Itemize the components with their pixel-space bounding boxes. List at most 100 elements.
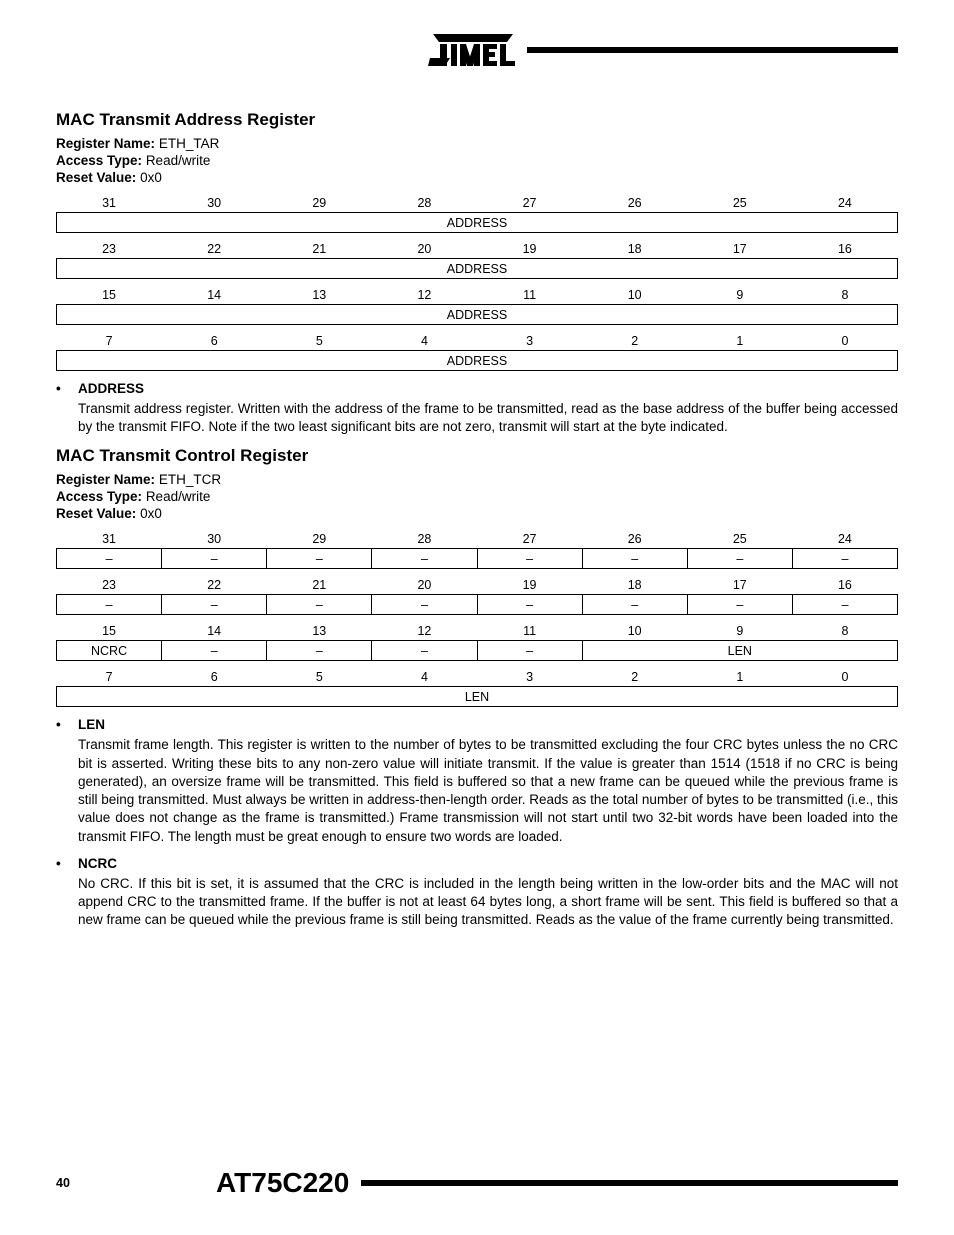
bullet-item: •NCRCNo CRC. If this bit is set, it is a… [56, 856, 898, 930]
bit-number: 24 [792, 529, 897, 549]
bit-number: 19 [477, 239, 582, 259]
bit-number: 9 [687, 285, 792, 305]
reg1-name: Register Name: ETH_TAR [56, 136, 898, 151]
bit-number: 23 [57, 575, 162, 595]
bit-field: – [162, 549, 267, 569]
bullet-dot: • [56, 381, 78, 396]
bit-number: 21 [267, 239, 372, 259]
header-bar [56, 30, 898, 70]
bit-number: 31 [57, 193, 162, 213]
bit-number: 28 [372, 529, 477, 549]
bit-field: – [162, 641, 267, 661]
bit-number: 20 [372, 575, 477, 595]
bit-number: 18 [582, 239, 687, 259]
bit-field: – [792, 549, 897, 569]
bit-number: 2 [582, 331, 687, 351]
bit-number: 17 [687, 575, 792, 595]
bit-number: 0 [792, 331, 897, 351]
bit-number: 22 [162, 575, 267, 595]
bit-number: 31 [57, 529, 162, 549]
bit-number: 8 [792, 285, 897, 305]
bit-field: ADDRESS [57, 351, 898, 371]
bit-number: 9 [687, 621, 792, 641]
reg2-name: Register Name: ETH_TCR [56, 472, 898, 487]
bit-number: 15 [57, 621, 162, 641]
bit-number: 15 [57, 285, 162, 305]
bit-number: 26 [582, 529, 687, 549]
reg1-title: MAC Transmit Address Register [56, 110, 898, 130]
bullet-label: LEN [78, 717, 105, 732]
part-number: AT75C220 [216, 1167, 349, 1199]
bullet-description: Transmit frame length. This register is … [78, 736, 898, 845]
bit-field: – [687, 595, 792, 615]
bit-number: 29 [267, 529, 372, 549]
reg2-title: MAC Transmit Control Register [56, 446, 898, 466]
bit-field: LEN [57, 687, 898, 707]
bullet-item: •ADDRESS Transmit address register. Writt… [56, 381, 898, 436]
bullet-item: •LEN Transmit frame length. This register… [56, 717, 898, 845]
bit-field: – [477, 549, 582, 569]
bit-field: – [162, 595, 267, 615]
footer-rule [361, 1180, 898, 1186]
bit-field: ADDRESS [57, 213, 898, 233]
bit-field: – [372, 641, 477, 661]
bit-field: ADDRESS [57, 259, 898, 279]
reg2-access: Access Type: Read/write [56, 489, 898, 504]
bit-field: – [57, 549, 162, 569]
bit-number: 11 [477, 285, 582, 305]
bit-number: 30 [162, 529, 267, 549]
bit-number: 7 [57, 331, 162, 351]
page: MAC Transmit Address Register Register N… [0, 0, 954, 1235]
bit-number: 30 [162, 193, 267, 213]
bit-number: 29 [267, 193, 372, 213]
bit-number: 24 [792, 193, 897, 213]
bit-field: – [477, 641, 582, 661]
bullet-label: ADDRESS [78, 381, 144, 396]
bit-number: 1 [687, 331, 792, 351]
bit-number: 6 [162, 331, 267, 351]
bit-field: – [372, 595, 477, 615]
bit-number: 4 [372, 331, 477, 351]
bit-number: 23 [57, 239, 162, 259]
bit-field: – [687, 549, 792, 569]
bit-number: 4 [372, 667, 477, 687]
page-number: 40 [56, 1176, 86, 1190]
bit-number: 6 [162, 667, 267, 687]
bullet-dot: • [56, 717, 78, 732]
bit-field: – [477, 595, 582, 615]
reg2-reset: Reset Value: 0x0 [56, 506, 898, 521]
bit-number: 13 [267, 285, 372, 305]
bit-field: – [582, 549, 687, 569]
bit-number: 27 [477, 193, 582, 213]
bit-field: – [267, 549, 372, 569]
bit-number: 7 [57, 667, 162, 687]
bit-number: 16 [792, 575, 897, 595]
bullet-dot: • [56, 856, 78, 871]
bit-field: – [792, 595, 897, 615]
bullet-description: No CRC. If this bit is set, it is assume… [78, 875, 898, 930]
bit-number: 13 [267, 621, 372, 641]
bit-number: 25 [687, 529, 792, 549]
bit-field: – [57, 595, 162, 615]
bit-field: LEN [582, 641, 897, 661]
bit-number: 3 [477, 331, 582, 351]
bit-number: 18 [582, 575, 687, 595]
bullet-description: Transmit address register. Written with … [78, 400, 898, 436]
bit-number: 10 [582, 621, 687, 641]
bit-number: 22 [162, 239, 267, 259]
bit-number: 2 [582, 667, 687, 687]
bit-number: 26 [582, 193, 687, 213]
bit-number: 1 [687, 667, 792, 687]
header-rule [527, 47, 898, 53]
bit-number: 16 [792, 239, 897, 259]
reg1-access: Access Type: Read/write [56, 153, 898, 168]
bit-number: 25 [687, 193, 792, 213]
bit-number: 21 [267, 575, 372, 595]
bit-field: – [267, 641, 372, 661]
bit-field: – [267, 595, 372, 615]
bit-number: 11 [477, 621, 582, 641]
atmel-logo [427, 30, 519, 70]
bit-number: 5 [267, 667, 372, 687]
bit-number: 14 [162, 621, 267, 641]
bit-number: 14 [162, 285, 267, 305]
